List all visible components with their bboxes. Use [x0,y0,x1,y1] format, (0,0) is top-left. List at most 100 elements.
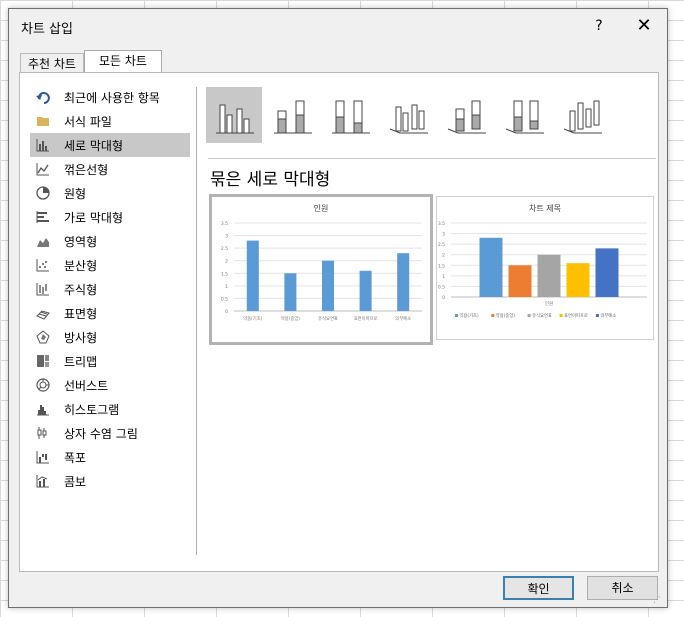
y-tick-label: 3 [442,232,445,238]
bar-4 [595,248,619,297]
sidebar-item-9[interactable]: 표면형 [30,301,190,325]
sidebar-item-label: 분산형 [64,259,98,273]
sidebar-item-10[interactable]: 방사형 [30,325,190,349]
bar-0 [246,240,259,311]
legend-swatch [491,314,495,317]
y-tick-label: 3.5 [221,221,228,227]
close-button[interactable]: ✕ [633,15,655,37]
radar-chart-icon [36,330,50,344]
tab-content-panel: 최근에 사용한 항목서식 파일세로 막대형꺾은선형원형가로 막대형영역형분산형주… [19,72,659,572]
legend-label: 약용(기초) [460,312,479,319]
legend-label: 의부예소 [600,312,616,319]
preview-1-chart: 0 0.5 1 1.5 2 2.5 3 3.5 약용(기초) 약용(중앙) 유식요연표 표면이퍼프로 의… [221,221,422,322]
y-tick-label: 2 [442,253,445,259]
clustered-column-icon [216,104,254,134]
y-tick-label: 0.5 [221,296,228,302]
sidebar-item-label: 방사형 [64,331,98,345]
sidebar-item-13[interactable]: 히스토그램 [30,397,190,421]
sidebar-item-label: 폭포 [64,451,87,465]
sidebar-item-label: 상자 수염 그림 [64,427,138,441]
sidebar-item-6[interactable]: 영역형 [30,229,190,253]
sidebar-item-5[interactable]: 가로 막대형 [30,205,190,229]
sidebar-item-label: 표면형 [64,307,98,321]
area-chart-icon [37,238,49,247]
resize-grip-icon[interactable]: ⋰ [653,595,661,604]
waterfall-chart-icon [36,451,49,464]
legend-swatch [559,314,563,317]
ok-button[interactable]: 확인 [503,576,574,600]
cancel-button[interactable]: 취소 [587,576,658,600]
folder-icon [37,117,49,126]
sidebar-item-4[interactable]: 원형 [30,181,190,205]
help-button[interactable]: ? [590,18,608,34]
subtype-button-5[interactable] [496,87,552,143]
y-tick-label: 1 [442,274,445,280]
sidebar-item-3[interactable]: 꺾은선형 [30,157,190,181]
subtype-button-6[interactable] [554,87,610,143]
sidebar-item-label: 히스토그램 [64,403,120,417]
x-tick-label: 유식요연표 [318,315,338,322]
subtype-button-1[interactable] [264,87,320,143]
y-tick-label: 2 [225,259,228,265]
subtype-button-0[interactable] [206,87,262,143]
y-tick-label: 0.5 [438,284,445,290]
sidebar-item-label: 선버스트 [64,379,109,393]
sidebar-item-label: 서식 파일 [64,115,112,129]
chart-preview-2[interactable]: 차트 제목 0 0.5 1 1.5 2 2.5 3 3.5 인원 약용(기초) 약용(중앙) 유식요연… [436,196,654,340]
line-chart-icon [36,163,49,176]
sidebar-item-0[interactable]: 최근에 사용한 항목 [30,85,190,109]
y-tick-label: 1 [225,284,228,290]
bar-2 [322,260,334,311]
3d-stacked-column-icon [447,100,486,134]
sidebar-item-8[interactable]: 주식형 [30,277,190,301]
stacked-column-icon [274,100,312,134]
chart-preview-1[interactable]: 인원 0 0.5 1 1.5 2 2.5 3 3.5 약용(기초) 약용(중앙) 유식요연표 표면이퍼… [209,194,433,345]
tab-all-charts[interactable]: 모든 차트 [84,50,162,74]
subtype-button-4[interactable] [438,87,494,143]
y-tick-label: 1.5 [221,271,228,277]
insert-chart-dialog: 차트 삽입 ? ✕ 추천 차트 모든 차트 최근에 사용한 항목서식 파일세로 … [8,8,668,608]
y-tick-label: 0 [442,295,445,301]
tab-recommended-charts[interactable]: 추천 차트 [20,53,84,73]
legend-swatch [527,314,531,317]
sidebar-item-label: 원형 [64,187,87,201]
title-bar: 차트 삽입 ? ✕ [9,9,667,47]
legend-swatch [595,314,599,317]
3d-clustered-column-icon [389,104,428,134]
sidebar-item-label: 꺾은선형 [64,163,109,177]
x-tick-label: 인원 [545,300,553,307]
y-tick-label: 3 [225,234,228,240]
sidebar-item-1[interactable]: 서식 파일 [30,109,190,133]
sidebar-item-14[interactable]: 상자 수염 그림 [30,421,190,445]
sidebar-item-label: 영역형 [64,235,98,249]
bar-1 [284,273,297,311]
legend-label: 유식요연표 [532,312,552,319]
sidebar-item-16[interactable]: 콤보 [30,469,190,493]
legend-swatch [455,314,458,317]
x-tick-label: 약용(기초) [243,315,262,322]
sidebar-item-7[interactable]: 분산형 [30,253,190,277]
dialog-title: 차트 삽입 [21,22,73,37]
pie-chart-icon [36,186,50,200]
sidebar-item-label: 세로 막대형 [64,139,124,153]
y-tick-label: 0 [225,309,228,315]
subtype-button-3[interactable] [380,87,436,143]
sidebar-item-11[interactable]: 트리맵 [30,349,190,373]
x-tick-label: 표면이퍼프로 [354,315,378,322]
y-tick-label: 2.5 [221,246,228,252]
histogram-chart-icon [37,405,49,416]
y-tick-label: 3.5 [438,221,445,227]
bar-4 [397,253,410,311]
subtype-button-2[interactable] [322,87,378,143]
y-tick-label: 2.5 [438,242,445,248]
sidebar-item-12[interactable]: 선버스트 [30,373,190,397]
sidebar-item-2[interactable]: 세로 막대형 [30,133,190,157]
surface-chart-icon [36,310,50,320]
sidebar-item-label: 트리맵 [64,355,98,369]
bar-0 [479,237,503,297]
sidebar-item-15[interactable]: 폭포 [30,445,190,469]
combo-chart-icon [36,475,49,488]
legend-label: 표면이퍼프로 [564,312,588,319]
preview-2-chart: 0 0.5 1 1.5 2 2.5 3 3.5 인원약용(기초) 약용(중앙) 유식요연표 표면이퍼프… [438,221,647,319]
bar-chart-icon [36,211,49,223]
